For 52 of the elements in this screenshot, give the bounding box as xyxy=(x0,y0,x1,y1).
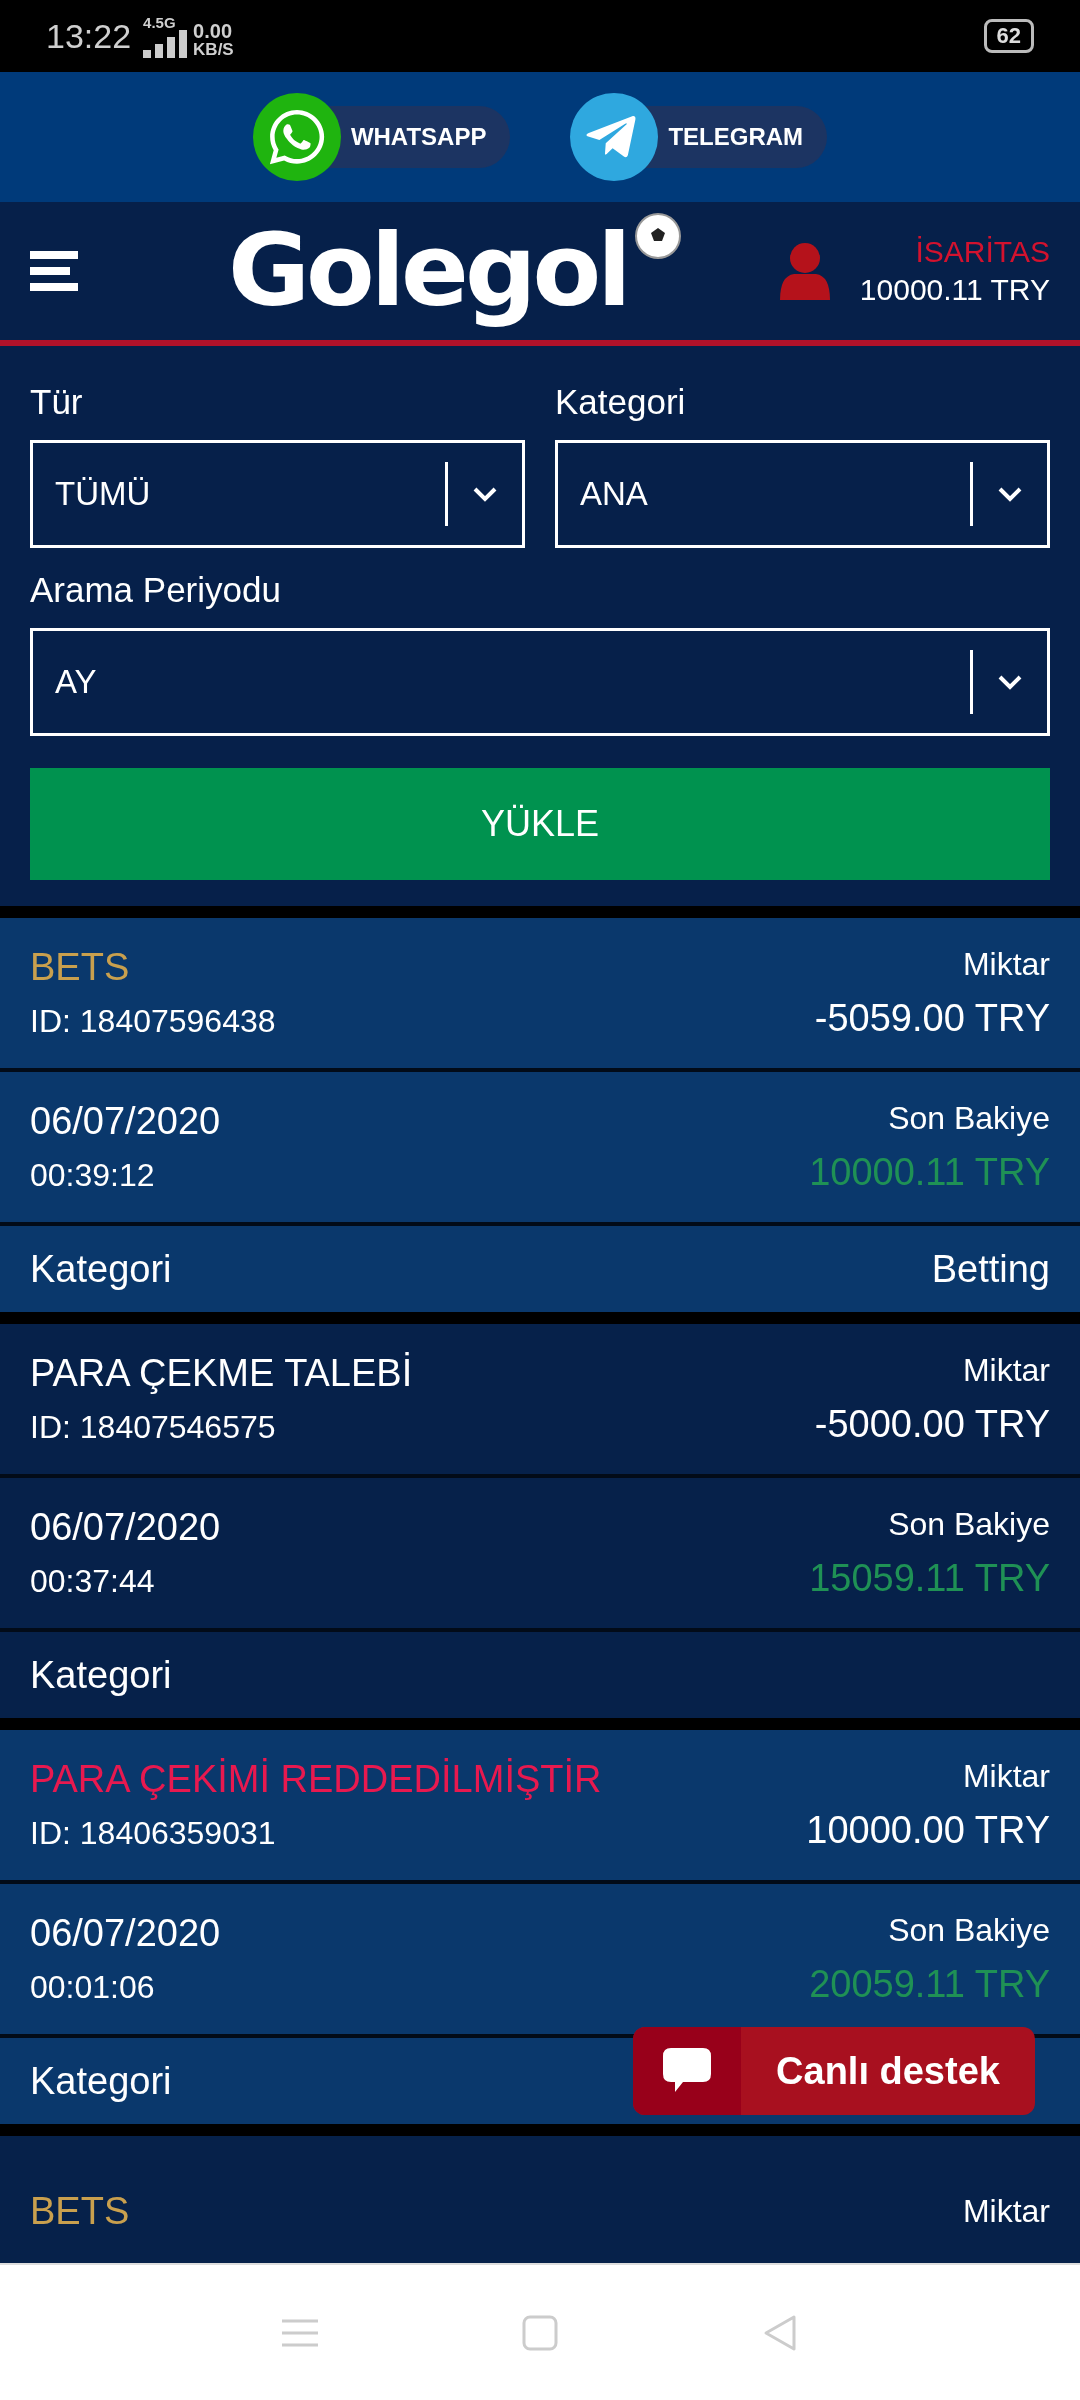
category-label: Kategori xyxy=(30,2059,172,2103)
ball-icon xyxy=(633,211,684,261)
category-label: Kategori xyxy=(30,1247,172,1291)
field-label: Kategori xyxy=(555,382,687,422)
transaction-time: 00:01:06 xyxy=(30,1969,155,2006)
user-icon xyxy=(779,242,830,300)
transaction-type: BETS xyxy=(30,2189,130,2233)
amount-label: Miktar xyxy=(962,946,1050,983)
transaction-id: ID: 18406359031 xyxy=(30,1815,276,1852)
amount-value: -5000.00 TRY xyxy=(814,1403,1050,1446)
balance-label: Son Bakiye xyxy=(888,1912,1050,1949)
social-link[interactable]: TELEGRAM xyxy=(570,93,828,181)
transaction-date: 06/07/2020 xyxy=(30,1506,221,1549)
amount-value: 10000.00 TRY xyxy=(806,1809,1050,1852)
balance-value: 10000.11 TRY xyxy=(809,1151,1050,1194)
signal-icon xyxy=(143,29,190,58)
amount-label: Miktar xyxy=(962,1758,1050,1795)
balance-value: 15059.11 TRY xyxy=(809,1557,1050,1600)
transaction-date: 06/07/2020 xyxy=(30,1912,221,1955)
transaction-id: ID: 18407546575 xyxy=(30,1409,276,1446)
amount-label: Miktar xyxy=(962,1352,1050,1389)
transaction-type: PARA ÇEKME TALEBİ xyxy=(30,1352,413,1395)
load-button[interactable]: YÜKLE xyxy=(30,768,1050,880)
transaction-type: BETS xyxy=(30,946,130,989)
category-label: Kategori xyxy=(30,1653,172,1697)
select-field[interactable]: TÜMÜ xyxy=(30,440,525,548)
transaction-time: 00:37:44 xyxy=(30,1563,155,1600)
network-type: 4.5G xyxy=(143,14,177,30)
balance-label: Son Bakiye xyxy=(888,1506,1050,1543)
logo: Golegol xyxy=(228,211,629,331)
status-time: 13:22 xyxy=(46,16,132,56)
category-value: Betting xyxy=(931,1247,1050,1291)
field-label: Tür xyxy=(30,382,84,422)
social-link[interactable]: WHATSAPP xyxy=(252,93,511,181)
amount-value: -5059.00 TRY xyxy=(814,997,1050,1040)
balance-label: Son Bakiye xyxy=(888,1100,1050,1137)
data-speed: 0.00 xyxy=(193,20,234,41)
select-field[interactable]: ANA xyxy=(555,440,1050,548)
transaction-id: ID: 18407596438 xyxy=(30,1003,276,1040)
battery-icon: 62 xyxy=(983,19,1034,53)
user-balance: 10000.11 TRY xyxy=(859,273,1050,307)
transaction-time: 00:39:12 xyxy=(30,1157,155,1194)
amount-label: Miktar xyxy=(962,2192,1050,2230)
field-label: Arama Periyodu xyxy=(30,570,282,610)
transaction-date: 06/07/2020 xyxy=(30,1100,221,1143)
transaction-type: PARA ÇEKİMİ REDDEDİLMİŞTİR xyxy=(30,1758,602,1801)
live-support-button[interactable]: Canlı destek xyxy=(633,2027,1035,2115)
balance-value: 20059.11 TRY xyxy=(809,1963,1050,2006)
chat-icon xyxy=(663,2048,711,2094)
username: İSARİTAS xyxy=(915,235,1050,269)
select-field[interactable]: AY xyxy=(30,628,1050,736)
speed-unit: KB/S xyxy=(193,40,234,58)
